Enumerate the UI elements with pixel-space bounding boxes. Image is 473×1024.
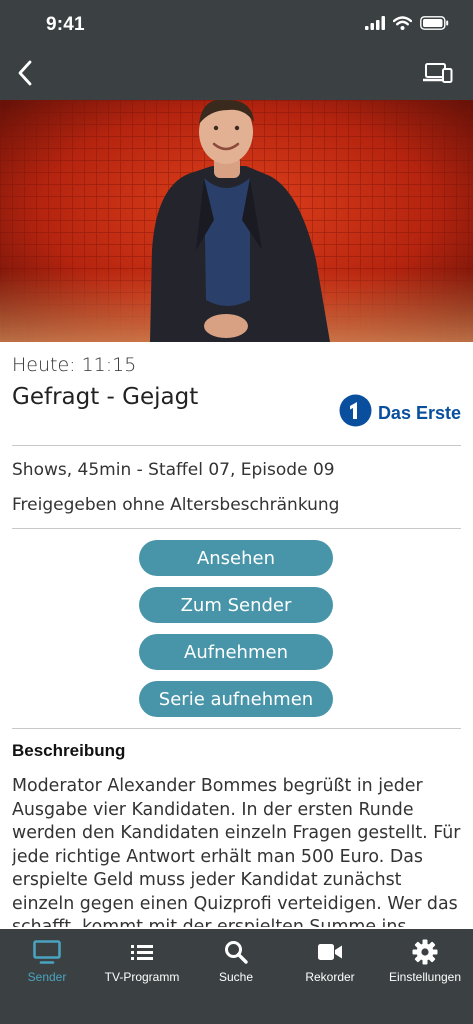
search-icon	[224, 939, 248, 965]
tab-sender[interactable]: Sender	[0, 929, 94, 999]
description-heading: Beschreibung	[12, 741, 126, 760]
program-image	[0, 100, 473, 342]
signal-icon	[365, 16, 385, 35]
air-time: Heute: 11:15	[12, 354, 137, 376]
video-camera-icon	[317, 939, 343, 965]
program-title: Gefragt - Gejagt	[12, 384, 199, 410]
gear-icon	[412, 939, 438, 965]
record-series-button[interactable]: Serie aufnehmen	[139, 681, 333, 717]
tab-suche[interactable]: Suche	[189, 929, 283, 999]
wifi-icon	[392, 16, 413, 35]
tab-label: Einstellungen	[388, 970, 462, 984]
devices-button[interactable]	[421, 60, 455, 90]
status-icons	[365, 16, 449, 35]
battery-icon	[420, 16, 449, 35]
description-text: Moderator Alexander Bommes begrüßt in je…	[12, 776, 461, 927]
record-button[interactable]: Aufnehmen	[139, 634, 333, 670]
das-erste-logo-icon	[339, 394, 372, 432]
channel-logo: Das Erste	[339, 394, 461, 432]
to-channel-button[interactable]: Zum Sender	[139, 587, 333, 623]
back-button[interactable]	[8, 58, 42, 92]
divider	[12, 728, 461, 729]
watch-button[interactable]: Ansehen	[139, 540, 333, 576]
devices-icon	[422, 62, 453, 89]
age-rating: Freigegeben ohne Altersbeschränkung	[12, 495, 340, 515]
tab-label: Rekorder	[305, 970, 355, 984]
tab-label: TV-Programm	[104, 970, 180, 984]
tab-rekorder[interactable]: Rekorder	[283, 929, 377, 999]
tab-bar: Sender TV-Programm Suche Rekorder Einste…	[0, 929, 473, 1024]
home-indicator	[168, 1010, 305, 1015]
tab-label: Suche	[218, 970, 254, 984]
tab-label: Sender	[27, 970, 67, 984]
list-icon	[130, 939, 154, 965]
channel-name: Das Erste	[377, 402, 461, 423]
tv-icon	[33, 939, 61, 965]
divider	[12, 445, 461, 446]
status-bar: 9:41	[0, 0, 473, 50]
program-info: Shows, 45min - Staffel 07, Episode 09	[12, 460, 335, 480]
tab-einstellungen[interactable]: Einstellungen	[378, 929, 472, 999]
tab-tv-programm[interactable]: TV-Programm	[95, 929, 189, 999]
divider	[12, 528, 461, 529]
nav-bar	[0, 50, 473, 100]
chevron-left-icon	[17, 60, 33, 91]
status-time: 9:41	[46, 14, 85, 35]
